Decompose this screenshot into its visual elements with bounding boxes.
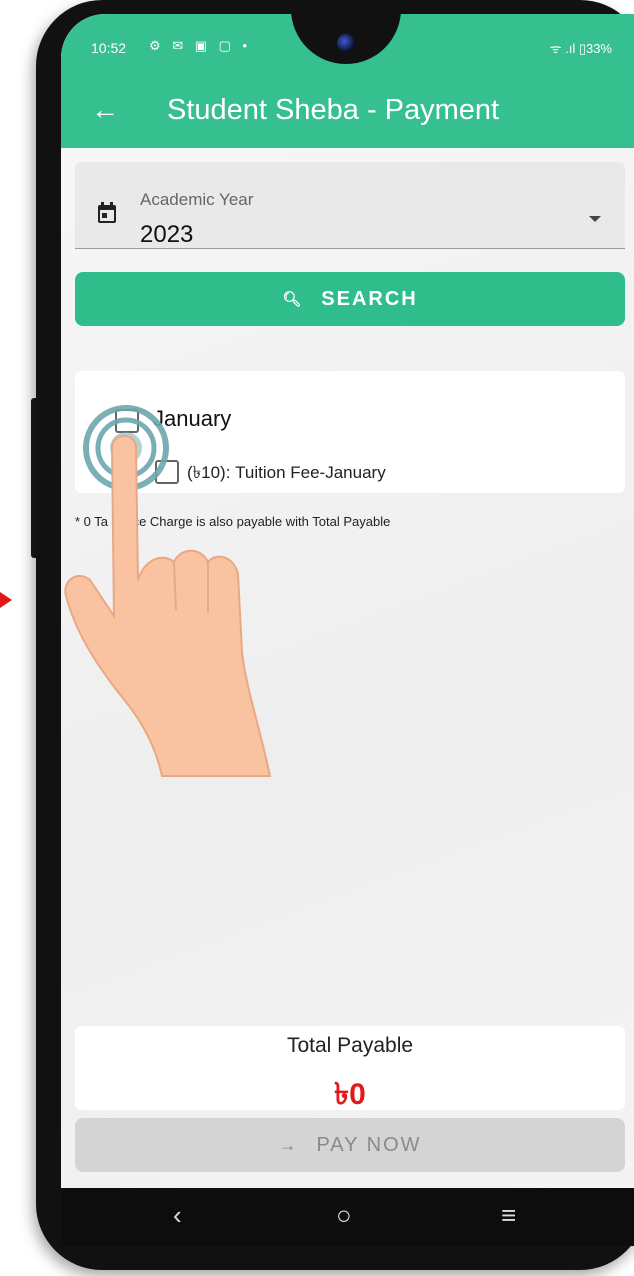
page-title: Student Sheba - Payment: [167, 94, 500, 126]
back-arrow-icon[interactable]: ←: [91, 96, 119, 124]
arrow-right-icon: →: [278, 1134, 299, 1155]
front-camera: [337, 34, 355, 52]
pointer-arrow-icon: [0, 592, 12, 608]
academic-year-select[interactable]: Academic Year 2023: [75, 162, 625, 249]
total-payable-amount: ৳0: [334, 1078, 366, 1111]
dropdown-caret-icon: [589, 216, 601, 222]
search-button-label: SEARCH: [321, 287, 418, 310]
academic-year-value: 2023: [140, 221, 194, 248]
status-time: 10:52: [91, 40, 127, 56]
search-button[interactable]: 🔍︎ SEARCH: [75, 272, 625, 326]
total-payable-card: Total Payable ৳0: [75, 1026, 625, 1111]
nav-home-icon[interactable]: ○: [336, 1200, 352, 1231]
pay-now-label: PAY NOW: [316, 1133, 422, 1156]
system-status-icons: ᯤ .ıl ▯33%: [549, 41, 612, 56]
pay-now-button[interactable]: → PAY NOW: [75, 1118, 625, 1172]
app-bar: ← Student Sheba - Payment: [61, 78, 634, 148]
total-payable-label: Total Payable: [286, 1034, 414, 1057]
academic-year-label: Academic Year: [140, 190, 254, 209]
calendar-icon: [98, 202, 116, 223]
pointing-hand-icon: [64, 435, 272, 777]
nav-recents-icon[interactable]: ≡: [501, 1200, 516, 1231]
nav-back-icon[interactable]: ‹: [173, 1200, 182, 1231]
system-navigation-bar: ‹ ○ ≡: [61, 1188, 634, 1246]
notification-icons: ⚙ ✉ ▣ ▢ •: [149, 38, 252, 53]
search-icon: 🔍︎: [282, 291, 304, 308]
